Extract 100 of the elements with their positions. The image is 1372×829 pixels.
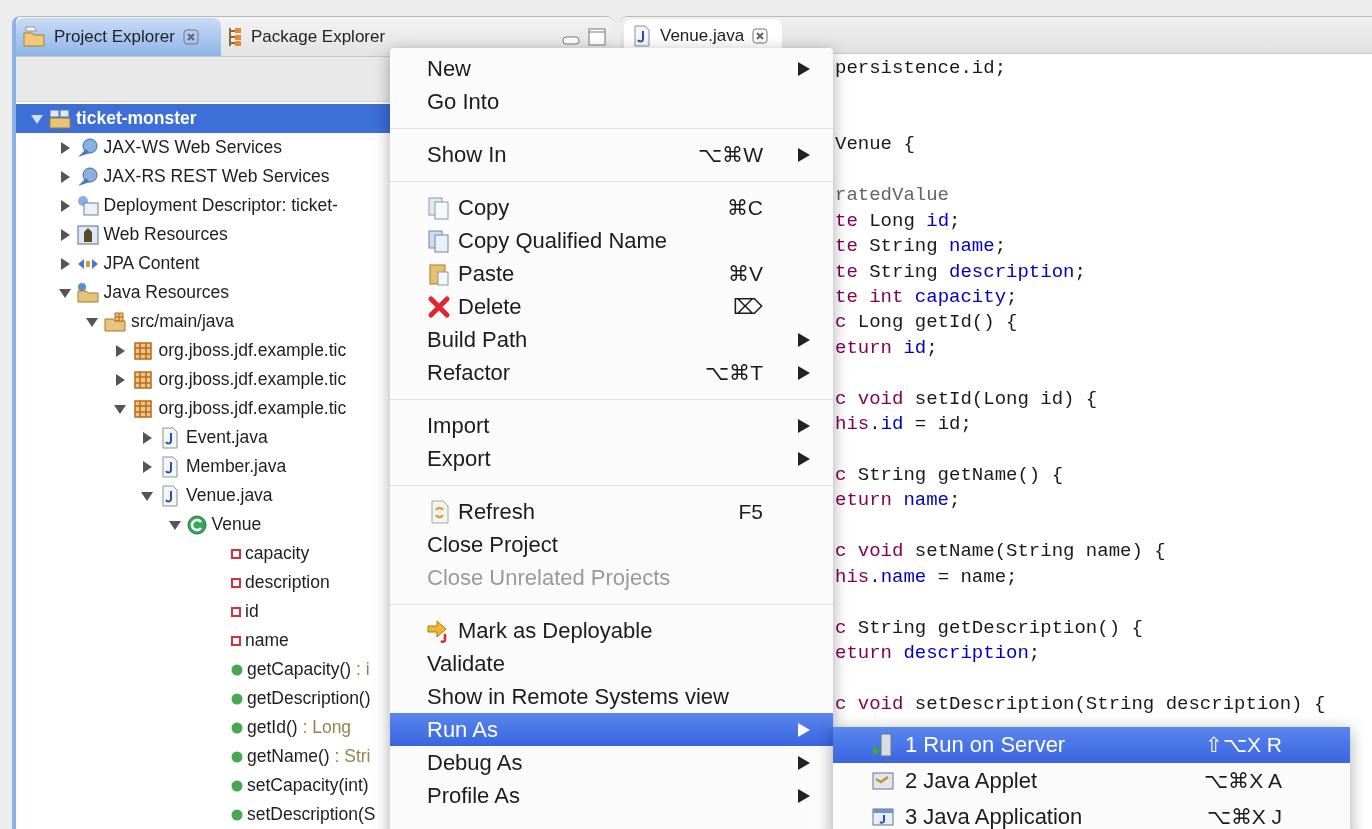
close-icon[interactable] (752, 28, 769, 44)
tree-label: Event.java (186, 427, 268, 448)
shortcut-text: F5 (738, 499, 763, 524)
submenu-arrow-icon (797, 60, 811, 77)
minimize-icon[interactable] (562, 35, 580, 46)
shortcut-text: ⌥⌘T (705, 360, 763, 385)
menu-item[interactable]: Export (390, 442, 833, 475)
tree-label: getName() : Stri (247, 746, 371, 767)
tree-label: JAX-WS Web Services (103, 137, 283, 158)
code-line: his.name = name; (835, 564, 1019, 590)
field-icon (231, 606, 241, 617)
menu-item[interactable]: Build Path (390, 323, 833, 356)
method-icon (231, 692, 243, 705)
menu-item[interactable]: Paste ⌘V (390, 257, 833, 290)
tree-label: Deployment Descriptor: ticket- (103, 195, 338, 216)
tree-label: Venue (211, 514, 262, 535)
menu-item[interactable]: Refresh F5 (390, 495, 833, 528)
view-tab[interactable]: Project Explorer (16, 17, 221, 56)
menu-item[interactable]: Mark as Deployable (390, 614, 833, 647)
menu-item[interactable]: Validate (390, 647, 833, 680)
tree-label: name (245, 630, 289, 651)
code-line: Venue { (835, 132, 916, 158)
code-line: eturn name; (835, 488, 962, 514)
shortcut-text: ⌘C (726, 195, 763, 220)
code-line: te String description; (835, 259, 1087, 285)
tree-label: setDescription(S (247, 804, 376, 825)
method-icon (231, 779, 243, 792)
folder-icon (75, 281, 100, 304)
code-line: persistence.id; (835, 56, 1008, 81)
code-line: c void setDescription(String description) { (835, 691, 1327, 717)
menu-item[interactable]: Copy Qualified Name (390, 224, 833, 257)
code-line: c Long getId() { (835, 310, 1019, 336)
submenu-arrow-icon (797, 787, 811, 804)
menu-item[interactable]: Copy ⌘C (390, 191, 833, 224)
submenu-arrow-icon (797, 721, 811, 738)
document-icon (75, 194, 100, 217)
copy-icon (426, 227, 452, 254)
shortcut-text: ⌥⌘W (698, 142, 763, 167)
menu-item[interactable]: Import (390, 409, 833, 442)
menu-item[interactable]: 1 Run on Server ⇧⌥X R (833, 727, 1350, 763)
tree-label: Venue.java (186, 485, 273, 506)
collapsed-arrow-icon[interactable] (140, 459, 154, 474)
submenu-arrow-icon (797, 364, 811, 381)
tree-label: JAX-RS REST Web Services (103, 166, 330, 187)
window-icon (871, 770, 895, 792)
delete-icon (426, 293, 452, 320)
submenu-arrow-icon (797, 417, 811, 434)
tree-label: Java Resources (103, 282, 229, 303)
tree-label: src/main/java (131, 311, 235, 332)
submenu-arrow-icon (797, 450, 811, 467)
code-line: eturn description; (835, 641, 1042, 667)
menu-item[interactable]: Profile As (390, 779, 833, 812)
code-line: ratedValue (835, 183, 951, 209)
menu-item[interactable]: 2 Java Applet ⌥⌘X A (833, 763, 1350, 799)
shortcut-text: ⌥⌘X A (1204, 769, 1282, 793)
menu-item[interactable]: Close Project (390, 528, 833, 561)
window-icon (871, 806, 895, 828)
menu-item[interactable]: Delete ⌦ (390, 290, 833, 323)
submenu-arrow-icon (797, 754, 811, 771)
field-icon (231, 635, 241, 646)
project-folder-icon (48, 107, 72, 130)
tree-label: capacity (245, 543, 310, 564)
menu-item[interactable]: Run As (390, 713, 833, 746)
code-line: his.id = id; (835, 412, 973, 438)
package-icon (226, 25, 243, 48)
tree-label: Web Resources (103, 224, 228, 245)
shortcut-text: ⌘V (728, 261, 763, 286)
close-icon[interactable] (182, 28, 199, 45)
code-line: te String name; (835, 234, 1008, 260)
code-line: te Long id; (835, 208, 962, 234)
menu-item[interactable]: Debug As (390, 746, 833, 779)
server-icon (871, 732, 895, 758)
field-icon (231, 548, 241, 559)
method-icon (231, 750, 243, 763)
method-icon (231, 663, 243, 676)
tree-label: id (245, 601, 259, 622)
tree-label: org.jboss.jdf.example.tic (158, 340, 347, 361)
code-line: c String getDescription() { (835, 615, 1144, 641)
tree-label: getId() : Long (247, 717, 352, 738)
menu-item[interactable]: 3 Java Application ⌥⌘X J (833, 799, 1350, 829)
field-icon (231, 577, 241, 588)
tree-label: org.jboss.jdf.example.tic (158, 398, 347, 419)
tree-label: ticket-monster (76, 108, 197, 129)
tree-label: setCapacity(int) (247, 775, 369, 796)
folder-icon (22, 25, 46, 48)
maximize-icon[interactable] (588, 27, 606, 46)
copy-icon (426, 194, 452, 221)
menu-item[interactable]: Refactor ⌥⌘T (390, 356, 833, 389)
tree-label: getCapacity() : i (247, 659, 370, 680)
class-icon (185, 513, 208, 536)
package-folder-icon (103, 310, 127, 333)
collapsed-arrow-icon[interactable] (140, 430, 154, 445)
menu-item[interactable]: Show in Remote Systems view (390, 680, 833, 713)
tree-label: Member.java (186, 456, 287, 477)
code-line: eturn id; (835, 335, 939, 361)
shortcut-text: ⌦ (733, 294, 763, 319)
code-line: te int capacity; (835, 284, 1019, 310)
submenu-arrow-icon (797, 331, 811, 348)
method-icon (231, 721, 243, 734)
submenu-arrow-icon (797, 146, 811, 163)
